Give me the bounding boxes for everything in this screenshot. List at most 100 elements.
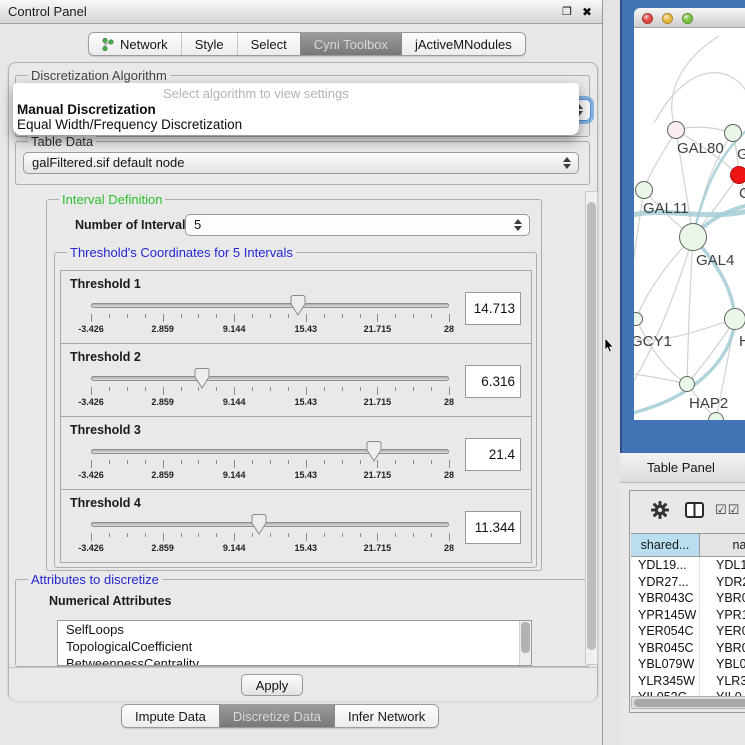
network-canvas[interactable]: GAL80GACGAL11GAL4GCY1HHAP2 xyxy=(634,28,745,420)
table-row[interactable]: YDR27...YDR2 xyxy=(631,574,745,591)
tick-mark xyxy=(163,460,164,468)
table-row[interactable]: YLR345WYLR3 xyxy=(631,673,745,690)
table-cell: YER0 xyxy=(700,623,745,640)
threshold-value-field[interactable]: 11.344 xyxy=(465,511,521,544)
apply-button[interactable]: Apply xyxy=(241,674,303,696)
tick-mark xyxy=(145,314,146,318)
table-cell: YDL1 xyxy=(700,557,745,574)
tick-mark xyxy=(306,533,307,541)
tick-mark xyxy=(324,533,325,537)
table-data-combobox[interactable]: galFiltered.sif default node xyxy=(23,152,579,174)
tick-label: 28 xyxy=(444,543,454,553)
table-cell: YPR145W xyxy=(631,607,700,624)
tab-select[interactable]: Select xyxy=(237,33,300,55)
table-row[interactable]: YBR043CYBR0 xyxy=(631,590,745,607)
float-window-icon[interactable]: ❐ xyxy=(562,0,572,24)
tick-label: -3.426 xyxy=(78,470,104,480)
node-label-gal80: GAL80 xyxy=(677,140,724,157)
tick-mark xyxy=(270,387,271,391)
table-row[interactable]: YPR145WYPR1 xyxy=(631,607,745,624)
threshold-coordinates-title: Threshold's Coordinates for 5 Intervals xyxy=(67,245,296,260)
tick-label: 9.144 xyxy=(223,543,246,553)
numerical-attributes-label: Numerical Attributes xyxy=(49,594,171,608)
table-cell: YBL0 xyxy=(700,656,745,673)
tab-discretize-data[interactable]: Discretize Data xyxy=(219,705,334,727)
slider-track[interactable] xyxy=(91,303,449,308)
table-cell: YLR3 xyxy=(700,673,745,690)
slider-track[interactable] xyxy=(91,522,449,527)
threshold-slider-4[interactable]: -3.4262.8599.14415.4321.71528 xyxy=(91,517,449,557)
tick-mark xyxy=(413,314,414,318)
threshold-slider-3[interactable]: -3.4262.8599.14415.4321.71528 xyxy=(91,444,449,484)
tick-mark xyxy=(91,460,92,468)
table-row[interactable]: YER054CYER0 xyxy=(631,623,745,640)
close-icon[interactable]: ✖ xyxy=(582,0,592,24)
tab-network[interactable]: Network xyxy=(89,33,181,55)
network-node[interactable] xyxy=(724,308,745,330)
slider-track[interactable] xyxy=(91,376,449,381)
threshold-slider-2[interactable]: -3.4262.8599.14415.4321.71528 xyxy=(91,371,449,411)
tick-mark xyxy=(181,533,182,537)
zoom-light[interactable] xyxy=(682,13,693,24)
network-node[interactable] xyxy=(667,121,685,139)
tick-label: 15.43 xyxy=(295,324,318,334)
tick-mark xyxy=(145,533,146,537)
table-hscrollbar[interactable] xyxy=(631,696,745,709)
tick-label: 2.859 xyxy=(151,543,174,553)
tick-mark xyxy=(109,460,110,464)
content-scrollbar[interactable] xyxy=(585,191,598,665)
tick-mark xyxy=(288,387,289,391)
column-header-shared[interactable]: shared... xyxy=(631,534,700,556)
tick-mark xyxy=(252,314,253,318)
numerical-attributes-list[interactable]: SelfLoopsTopologicalCoefficientBetweenne… xyxy=(57,620,532,666)
network-node[interactable] xyxy=(724,124,742,142)
tick-mark xyxy=(127,314,128,318)
tab-impute-data[interactable]: Impute Data xyxy=(122,705,219,727)
table-hscrollbar-thumb[interactable] xyxy=(634,699,745,707)
slider-track[interactable] xyxy=(91,449,449,454)
network-node[interactable] xyxy=(679,223,707,251)
minimize-light[interactable] xyxy=(662,13,673,24)
attribute-item-topologicalcoefficient[interactable]: TopologicalCoefficient xyxy=(58,638,531,655)
tick-label: 9.144 xyxy=(223,397,246,407)
attributes-list-scrollbar[interactable] xyxy=(519,621,531,665)
table-cell: YDL19... xyxy=(631,557,700,574)
control-panel-titlebar: Control Panel ❐ ✖ xyxy=(0,0,602,24)
threshold-value-field[interactable]: 6.316 xyxy=(465,365,521,398)
threshold-label: Threshold 4 xyxy=(70,496,141,510)
tick-mark xyxy=(216,533,217,537)
network-window-titlebar[interactable] xyxy=(634,8,745,28)
column-visibility-icons[interactable]: ☑☑ xyxy=(715,503,740,518)
gear-icon[interactable] xyxy=(651,501,669,519)
tab-cyni-toolbox[interactable]: Cyni Toolbox xyxy=(300,33,401,55)
tab-jactivemnodules[interactable]: jActiveMNodules xyxy=(401,33,525,55)
network-node[interactable] xyxy=(679,376,695,392)
tick-mark xyxy=(145,387,146,391)
num-intervals-combobox[interactable]: 5 xyxy=(185,214,530,236)
content-scrollbar-thumb[interactable] xyxy=(587,202,596,650)
column-layout-icon[interactable] xyxy=(685,502,704,518)
table-rows: YDL19...YDL1YDR27...YDR2YBR043CYBR0YPR14… xyxy=(631,557,745,698)
table-row[interactable]: YDL19...YDL1 xyxy=(631,557,745,574)
threshold-value-field[interactable]: 21.4 xyxy=(465,438,521,471)
table-row[interactable]: YBR045CYBR0 xyxy=(631,640,745,657)
close-light[interactable] xyxy=(642,13,653,24)
attribute-item-selfloops[interactable]: SelfLoops xyxy=(58,621,531,638)
table-cell: YDR27... xyxy=(631,574,700,591)
column-header-na[interactable]: na xyxy=(700,534,745,556)
tab-style[interactable]: Style xyxy=(181,33,237,55)
popup-option-equal-width-frequency[interactable]: Equal Width/Frequency Discretization xyxy=(17,117,242,132)
network-node[interactable] xyxy=(635,181,653,199)
popup-option-manual-discretization[interactable]: Manual Discretization xyxy=(17,102,156,117)
tick-mark xyxy=(395,314,396,318)
tab-infer-network[interactable]: Infer Network xyxy=(334,705,438,727)
threshold-value-field[interactable]: 14.713 xyxy=(465,292,521,325)
attributes-group-title: Attributes to discretize xyxy=(28,572,162,587)
tick-mark xyxy=(395,533,396,537)
attributes-list-scrollbar-thumb[interactable] xyxy=(521,622,530,653)
network-node[interactable] xyxy=(730,166,745,184)
attribute-item-betweennesscentrality[interactable]: BetweennessCentrality xyxy=(58,655,531,666)
table-row[interactable]: YBL079WYBL0 xyxy=(631,656,745,673)
table-cell: YLR345W xyxy=(631,673,700,690)
threshold-slider-1[interactable]: -3.4262.8599.14415.4321.71528 xyxy=(91,298,449,338)
